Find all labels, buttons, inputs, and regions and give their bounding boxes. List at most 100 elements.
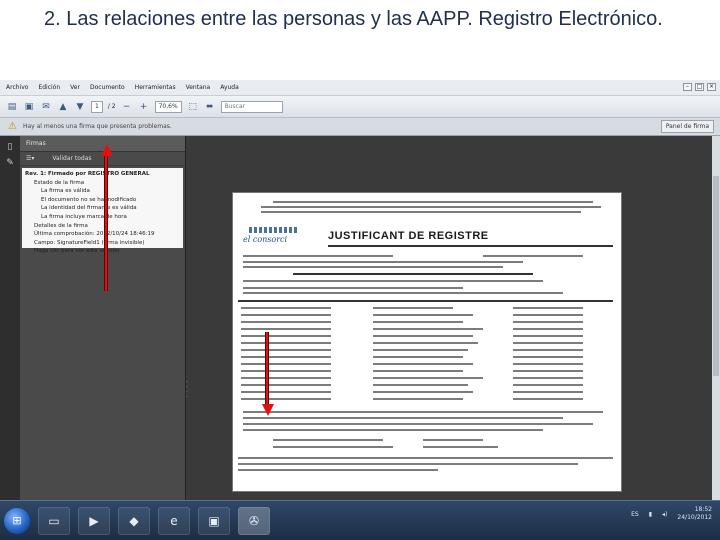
start-button[interactable]: ⊞	[4, 507, 30, 534]
warning-icon: ⚠	[8, 121, 17, 132]
table-cell-line	[513, 342, 583, 344]
zoom-out-icon[interactable]: −	[121, 101, 133, 113]
text-line	[273, 439, 383, 441]
validate-all-button[interactable]: Validar todas	[52, 152, 91, 165]
taskbar-app-icon[interactable]: ◆	[118, 506, 150, 535]
text-line	[243, 266, 503, 268]
table-cell-line	[241, 328, 331, 330]
text-line	[243, 255, 393, 257]
tree-item[interactable]: Estado de la firma	[25, 179, 180, 188]
table-cell-line	[241, 363, 331, 365]
text-line	[483, 255, 583, 257]
signatures-panel: Firmas ☰▾ Validar todas Rev. 1: Firmado …	[20, 136, 186, 501]
text-line	[243, 411, 603, 413]
table-cell-line	[241, 370, 331, 372]
text-line	[238, 469, 438, 471]
print-icon[interactable]: ▤	[6, 101, 18, 113]
volume-icon[interactable]: ◂)	[662, 511, 667, 518]
signature-icon[interactable]: ✎	[6, 158, 14, 168]
table-cell-line	[513, 307, 583, 309]
scrollbar-thumb[interactable]	[713, 176, 719, 376]
toolbar: ▤ ▣ ✉ ▲ ▼ 1 / 2 − + 70,6% ⬚ ⬌ Buscar	[0, 96, 720, 118]
table-cell-line	[513, 384, 583, 386]
zoom-field[interactable]: 70,6%	[154, 100, 182, 113]
table-cell-line	[373, 328, 483, 330]
text-line	[243, 261, 523, 263]
table-cell-line	[513, 335, 583, 337]
table-cell-line	[373, 349, 468, 351]
pages-icon[interactable]: ▯	[8, 142, 13, 152]
page-total: / 2	[107, 103, 116, 110]
text-line	[243, 287, 463, 289]
prev-page-icon[interactable]: ▲	[57, 101, 69, 113]
tree-item[interactable]: La firma incluye marca de hora	[25, 213, 180, 222]
table-cell-line	[513, 398, 583, 400]
menu-herramientas[interactable]: Herramientas	[135, 84, 176, 91]
save-icon[interactable]: ▣	[23, 101, 35, 113]
next-page-icon[interactable]: ▼	[74, 101, 86, 113]
table-cell-line	[373, 377, 483, 379]
taskbar-presentation-icon[interactable]: ▣	[198, 506, 230, 535]
text-line	[243, 429, 543, 431]
menu-documento[interactable]: Documento	[90, 84, 125, 91]
taskbar-ie-icon[interactable]: e	[158, 506, 190, 535]
document-area: el consorci JUSTIFICANT DE REGISTRE	[190, 136, 720, 501]
taskbar-pdf-icon[interactable]: ✇	[238, 506, 270, 535]
tree-item[interactable]: Campo: SignatureField1 (firma invisible)	[25, 239, 180, 248]
slide-title: 2. Las relaciones entre las personas y l…	[44, 8, 663, 30]
network-icon[interactable]: ▮	[649, 511, 652, 518]
maximize-icon[interactable]: □	[695, 83, 704, 91]
tree-item[interactable]: Detalles de la firma	[25, 222, 180, 231]
clock-date: 24/10/2012	[677, 514, 712, 521]
taskbar-media-icon[interactable]: ▶	[78, 506, 110, 535]
menu-edicion[interactable]: Edición	[38, 84, 60, 91]
tree-item[interactable]: La firma es válida	[25, 187, 180, 196]
text-line	[243, 292, 563, 294]
menu-ver[interactable]: Ver	[70, 84, 80, 91]
options-icon[interactable]: ☰▾	[26, 152, 34, 165]
text-line	[243, 423, 593, 425]
signature-tree: Rev. 1: Firmado por REGISTRO GENERAL Est…	[22, 168, 183, 254]
search-input[interactable]: Buscar	[220, 100, 283, 113]
text-line	[293, 273, 533, 275]
taskbar: ⊞ ▭ ▶ ◆ e ▣ ✇ ES ▮ ◂) 18:52 24/10/2012	[0, 500, 720, 540]
menu-archivo[interactable]: Archivo	[6, 84, 28, 91]
tree-item[interactable]: Última comprobación: 2012/10/24 18:46:19	[25, 230, 180, 239]
table-cell-line	[241, 307, 331, 309]
header-line	[261, 211, 581, 213]
table-cell-line	[241, 391, 331, 393]
fit-page-icon[interactable]: ⬚	[187, 101, 199, 113]
menu-ventana[interactable]: Ventana	[186, 84, 211, 91]
vertical-scrollbar[interactable]	[712, 136, 720, 501]
text-line	[238, 463, 578, 465]
email-icon[interactable]: ✉	[40, 101, 52, 113]
table-cell-line	[241, 314, 331, 316]
language-indicator[interactable]: ES	[631, 511, 639, 518]
system-tray: ES ▮ ◂) 18:52 24/10/2012	[631, 506, 712, 522]
page-number-field[interactable]: 1	[91, 100, 103, 113]
tree-item[interactable]: Rev. 1: Firmado por REGISTRO GENERAL	[25, 170, 180, 179]
tree-item[interactable]: El documento no se ha modificado	[25, 196, 180, 205]
fit-width-icon[interactable]: ⬌	[204, 101, 216, 113]
signature-panel-button[interactable]: Panel de firma	[660, 120, 714, 133]
red-arrow-up-icon	[101, 144, 113, 156]
screenshot-window: Archivo Edición Ver Documento Herramient…	[0, 80, 720, 540]
table-cell-line	[373, 391, 473, 393]
red-arrow-down-icon	[262, 404, 274, 416]
tree-item[interactable]: La identidad del firmante es válida	[25, 204, 180, 213]
clock[interactable]: 18:52 24/10/2012	[677, 506, 712, 522]
taskbar-folder-icon[interactable]: ▭	[38, 506, 70, 535]
table-cell-line	[513, 314, 583, 316]
table-cell-line	[373, 335, 473, 337]
minimize-icon[interactable]: –	[683, 83, 692, 91]
text-line	[423, 439, 483, 441]
close-icon[interactable]: ×	[707, 83, 716, 91]
table-cell-line	[241, 335, 331, 337]
tree-item[interactable]: Haga clic para ver esta versión	[25, 247, 180, 256]
header-line	[273, 201, 593, 203]
table-cell-line	[241, 349, 331, 351]
zoom-in-icon[interactable]: +	[138, 101, 150, 113]
menu-ayuda[interactable]: Ayuda	[220, 84, 239, 91]
red-arrow-up-shaft	[104, 156, 108, 291]
menu-bar: Archivo Edición Ver Documento Herramient…	[0, 80, 720, 96]
